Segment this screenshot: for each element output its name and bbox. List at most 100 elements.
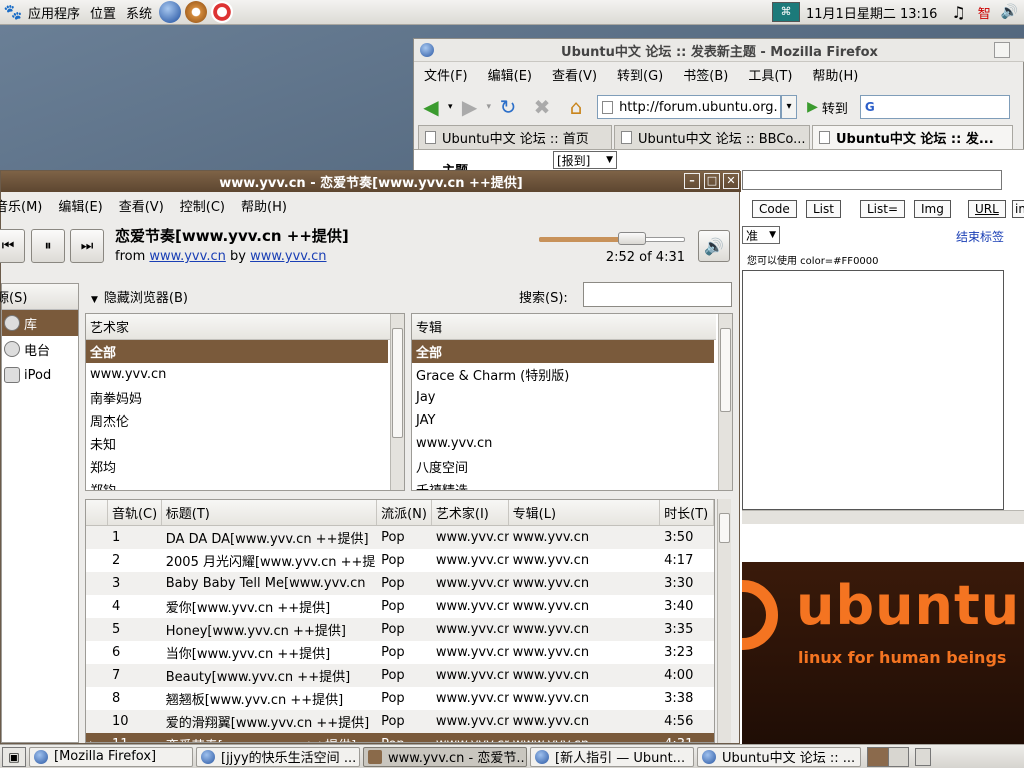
column-album[interactable]: 专辑(L) xyxy=(509,500,661,525)
email-launcher-icon[interactable] xyxy=(185,1,208,23)
menu-go[interactable]: 转到(G) xyxy=(607,65,673,84)
album-column-header[interactable]: 专辑 xyxy=(412,314,716,340)
taskbar-item-newbie-guide[interactable]: [新人指引 — Ubunt... xyxy=(530,746,694,767)
table-row[interactable]: 10 爱的滑翔翼[www.yvv.cn ++提供] Pop www.yvv.cn www… xyxy=(86,710,714,733)
table-row[interactable]: 2 2005 月光闪耀[www.yvv.cn ++提 Pop www.yvv.cn ww… xyxy=(86,549,714,572)
forward-arrow-icon[interactable]: ▶ xyxy=(457,94,483,120)
album-row[interactable]: Grace & Charm (特别版) xyxy=(412,363,732,386)
source-header[interactable]: 源(S) xyxy=(0,284,78,310)
column-playing[interactable] xyxy=(86,500,108,525)
reload-icon[interactable]: ↻ xyxy=(495,94,521,120)
artist-row[interactable]: 周杰伦 xyxy=(86,409,404,432)
gnome-foot-icon[interactable]: 🐾 xyxy=(3,3,23,21)
next-button[interactable]: ⏭ xyxy=(70,229,104,263)
go-button[interactable]: 转到 xyxy=(822,98,848,117)
url-dropdown-icon[interactable]: ▾ xyxy=(781,95,798,119)
table-row[interactable]: 1 DA DA DA[www.yvv.cn ++提供] Pop www.yvv.cn w… xyxy=(86,526,714,549)
workspace-switcher[interactable] xyxy=(867,746,909,767)
column-track[interactable]: 音轨(C) xyxy=(108,500,162,525)
network-monitor-icon[interactable]: ⌘ xyxy=(772,2,800,22)
taskbar-item-firefox[interactable]: [Mozilla Firefox] xyxy=(29,746,193,767)
menu-view[interactable]: 查看(V) xyxy=(111,196,172,215)
minimize-button[interactable]: – xyxy=(684,173,700,189)
table-row[interactable]: 3 Baby Baby Tell Me[www.yvv.cn Pop www.yvv.… xyxy=(86,572,714,595)
album-scrollbar[interactable] xyxy=(718,314,732,490)
workspace-1[interactable] xyxy=(868,747,889,766)
search-input[interactable] xyxy=(583,282,732,307)
artist-row[interactable]: 郑均 xyxy=(86,455,404,478)
web-browser-launcher-icon[interactable] xyxy=(159,1,182,23)
back-dropdown-icon[interactable]: ▾ xyxy=(448,102,453,112)
rhythmbox-titlebar[interactable]: www.yvv.cn - 恋爱节奏[www.yvv.cn ++提供] – □ ✕ xyxy=(1,171,741,192)
subject-input[interactable] xyxy=(742,170,1002,190)
source-radio[interactable]: 电台 xyxy=(2,336,78,362)
list-button[interactable]: List xyxy=(806,200,841,218)
forward-dropdown-icon[interactable]: ▾ xyxy=(487,102,492,112)
artist-row[interactable]: 全部 xyxy=(86,340,388,363)
table-row[interactable]: 6 当你[www.yvv.cn ++提供] Pop www.yvv.cn www.yvv… xyxy=(86,641,714,664)
horizontal-scrollbar[interactable] xyxy=(742,510,1024,524)
column-title[interactable]: 标题(T) xyxy=(162,500,378,525)
album-row[interactable]: 全部 xyxy=(412,340,714,363)
home-icon[interactable]: ⌂ xyxy=(563,94,589,120)
inline-button[interactable]: in xyxy=(1012,200,1024,218)
places-menu[interactable]: 位置 xyxy=(85,3,121,22)
menu-help[interactable]: 帮助(H) xyxy=(233,196,295,215)
help-launcher-icon[interactable] xyxy=(211,1,234,23)
close-tags-link[interactable]: 结束标签 xyxy=(956,228,1004,245)
album-row[interactable]: www.yvv.cn xyxy=(412,432,732,455)
workspace-2[interactable] xyxy=(888,747,908,766)
artist-row[interactable]: 未知 xyxy=(86,432,404,455)
taskbar-item-blog[interactable]: [jjyy的快乐生活空间 ... xyxy=(196,746,360,767)
list-equals-button[interactable]: List= xyxy=(860,200,906,218)
scrollbar-thumb[interactable] xyxy=(720,328,731,412)
tab-new-topic[interactable]: Ubuntu中文 论坛 :: 发... xyxy=(812,125,1013,149)
go-arrow-icon[interactable]: ▶ xyxy=(807,99,818,115)
menu-file[interactable]: 文件(F) xyxy=(414,65,478,84)
font-select[interactable]: 准 ▼ xyxy=(742,226,780,244)
menu-bookmarks[interactable]: 书签(B) xyxy=(673,65,738,84)
scrollbar-thumb[interactable] xyxy=(392,328,403,438)
menu-edit[interactable]: 编辑(E) xyxy=(478,65,542,84)
artist-scrollbar[interactable] xyxy=(390,314,404,490)
album-row[interactable]: JAY xyxy=(412,409,732,432)
taskbar-item-rhythmbox[interactable]: www.yvv.cn - 恋爱节... xyxy=(363,746,527,767)
topic-type-select[interactable]: [报到] ▼ xyxy=(553,151,617,169)
url-bar[interactable]: http://forum.ubuntu.org. xyxy=(597,95,782,119)
column-duration[interactable]: 时长(T) xyxy=(660,500,714,525)
menu-tools[interactable]: 工具(T) xyxy=(738,65,802,84)
minimize-button[interactable] xyxy=(994,42,1010,58)
artist-row[interactable]: 南拳妈妈 xyxy=(86,386,404,409)
volume-icon[interactable]: 🔊 xyxy=(1001,4,1018,20)
album-row[interactable]: Jay xyxy=(412,386,732,409)
track-list-scrollbar[interactable] xyxy=(717,499,731,743)
trash-icon[interactable] xyxy=(915,747,931,766)
search-field[interactable]: G xyxy=(859,95,1010,119)
close-button[interactable]: ✕ xyxy=(723,173,739,189)
table-row[interactable]: 5 Honey[www.yvv.cn ++提供] Pop www.yvv.cn www.… xyxy=(86,618,714,641)
position-slider-handle[interactable] xyxy=(618,232,646,245)
applications-menu[interactable]: 应用程序 xyxy=(23,3,85,22)
menu-edit[interactable]: 编辑(E) xyxy=(50,196,110,215)
table-row[interactable]: ▶11恋爱节奏[www.yvv.cn ++提供]Popwww.yvv.cnwww… xyxy=(86,733,714,742)
artist-row[interactable]: 郑钧 xyxy=(86,478,404,490)
stop-icon[interactable]: ✖ xyxy=(529,94,555,120)
artist-row[interactable]: www.yvv.cn xyxy=(86,363,404,386)
code-button[interactable]: Code xyxy=(752,200,797,218)
maximize-button[interactable]: □ xyxy=(704,173,720,189)
firefox-titlebar[interactable]: Ubuntu中文 论坛 :: 发表新主题 - Mozilla Firefox xyxy=(414,39,1024,62)
hide-browser-toggle[interactable]: ▼ 隐藏浏览器(B) xyxy=(91,287,188,306)
img-button[interactable]: Img xyxy=(914,200,951,218)
menu-view[interactable]: 查看(V) xyxy=(542,65,607,84)
artist-link[interactable]: www.yvv.cn xyxy=(250,249,326,264)
scrollbar-thumb[interactable] xyxy=(719,513,730,543)
show-desktop-icon[interactable]: ▣ xyxy=(2,746,26,767)
table-row[interactable]: 7 Beauty[www.yvv.cn ++提供] Pop www.yvv.cn www… xyxy=(86,664,714,687)
clock[interactable]: 11月1日星期二 13:16 xyxy=(806,3,937,22)
url-button[interactable]: URL xyxy=(968,200,1006,218)
back-arrow-icon[interactable]: ◀ xyxy=(418,94,444,120)
music-applet-icon[interactable]: ♫ xyxy=(951,3,965,22)
table-row[interactable]: 8 翘翘板[www.yvv.cn ++提供] Pop www.yvv.cn www.yv… xyxy=(86,687,714,710)
input-method-icon[interactable]: 智 xyxy=(978,3,991,22)
taskbar-item-forum[interactable]: Ubuntu中文 论坛 :: ... xyxy=(697,746,861,767)
